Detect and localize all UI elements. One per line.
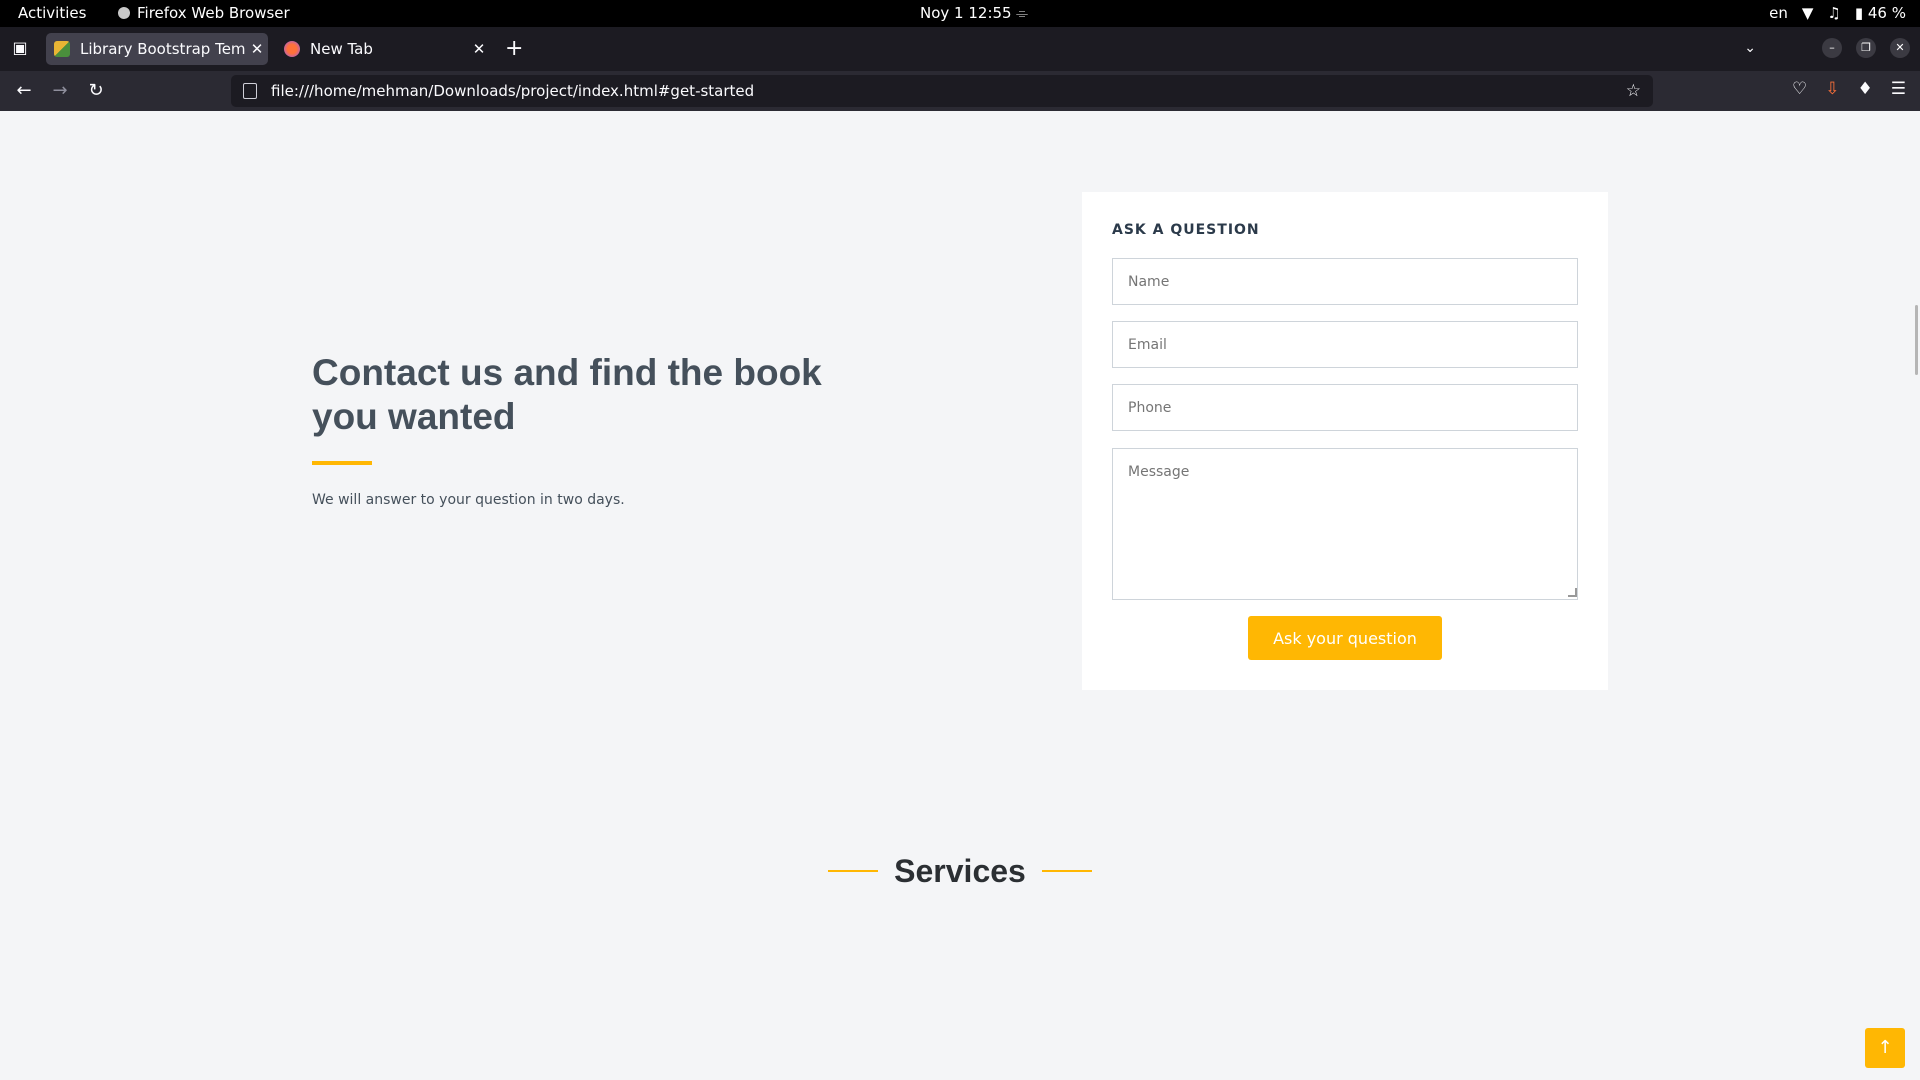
- close-window-icon[interactable]: ✕: [1890, 38, 1910, 58]
- navigation-toolbar: ← → ↻ file:///home/mehman/Downloads/proj…: [0, 71, 1920, 111]
- system-top-bar: Activities Firefox Web Browser Noy 1 12:…: [0, 0, 1920, 27]
- page-viewport: Contact us and find the book you wanted …: [0, 111, 1920, 1080]
- app-name: Firefox Web Browser: [137, 4, 290, 22]
- page-icon: [243, 83, 257, 99]
- arrow-up-icon: ↑: [1877, 1037, 1893, 1058]
- tab-new-tab[interactable]: New Tab ✕: [276, 33, 490, 65]
- title-decoration-right: [1041, 870, 1092, 872]
- firefox-icon: [118, 7, 130, 19]
- ask-question-button[interactable]: Ask your question: [1248, 616, 1442, 660]
- clock[interactable]: Noy 1 12:55: [920, 4, 1012, 22]
- downloads-icon[interactable]: ⇩: [1825, 79, 1839, 99]
- reload-icon[interactable]: ↻: [84, 79, 108, 103]
- message-field[interactable]: [1112, 448, 1578, 600]
- keyboard-language[interactable]: en: [1769, 4, 1788, 22]
- forward-arrow-icon[interactable]: →: [48, 79, 72, 103]
- restore-icon[interactable]: ❐: [1856, 38, 1876, 58]
- services-title: Services: [894, 852, 1026, 889]
- battery-percentage: 46 %: [1867, 4, 1906, 22]
- tab-list-icon[interactable]: ▣: [10, 38, 30, 58]
- tab-label: New Tab: [310, 40, 373, 58]
- list-all-tabs-chevron-icon[interactable]: ⌄: [1744, 40, 1756, 56]
- cta-heading: Contact us and find the book you wanted: [312, 352, 822, 437]
- url-text[interactable]: file:///home/mehman/Downloads/project/in…: [271, 82, 1626, 100]
- close-tab-icon[interactable]: ✕: [468, 40, 490, 58]
- battery-indicator[interactable]: ▮ 46 %: [1855, 4, 1906, 22]
- bookmark-star-icon[interactable]: ☆: [1626, 81, 1641, 101]
- new-tab-plus-icon[interactable]: +: [505, 36, 523, 62]
- pocket-icon[interactable]: ♡: [1792, 79, 1807, 99]
- wifi-icon[interactable]: ▼: [1802, 4, 1814, 22]
- tab-strip: ▣ Library Bootstrap Templ ✕ New Tab ✕ + …: [0, 27, 1920, 71]
- textarea-resize-grip-icon[interactable]: [1568, 588, 1577, 597]
- title-decoration-left: [828, 870, 879, 872]
- battery-icon: ▮: [1854, 4, 1864, 22]
- page-scrollbar[interactable]: [1915, 305, 1918, 375]
- activities-button[interactable]: Activities: [18, 4, 86, 22]
- name-field[interactable]: [1112, 258, 1578, 305]
- form-heading: ASK A QUESTION: [1112, 222, 1260, 238]
- back-arrow-icon[interactable]: ←: [12, 79, 36, 103]
- minimize-icon[interactable]: –: [1822, 38, 1842, 58]
- notification-bell-icon: ⌯: [1016, 4, 1029, 22]
- email-field[interactable]: [1112, 321, 1578, 368]
- cta-subtitle: We will answer to your question in two d…: [312, 492, 625, 508]
- services-section-title: Services: [0, 851, 1920, 891]
- phone-field[interactable]: [1112, 384, 1578, 431]
- back-to-top-button[interactable]: ↑: [1865, 1028, 1905, 1068]
- ask-question-form: ASK A QUESTION Ask your question: [1082, 192, 1608, 690]
- url-bar[interactable]: file:///home/mehman/Downloads/project/in…: [231, 75, 1653, 107]
- firefox-icon: [284, 41, 300, 57]
- tab-library-bootstrap[interactable]: Library Bootstrap Templ ✕: [46, 33, 268, 65]
- tab-label: Library Bootstrap Templ: [80, 40, 246, 58]
- heading-underline: [312, 461, 372, 465]
- volume-icon[interactable]: ♫: [1827, 4, 1840, 22]
- app-menu[interactable]: Firefox Web Browser: [118, 4, 290, 22]
- menu-hamburger-icon[interactable]: ☰: [1891, 79, 1906, 99]
- extensions-icon[interactable]: ♦: [1858, 79, 1873, 99]
- site-favicon-icon: [54, 41, 70, 57]
- close-tab-icon[interactable]: ✕: [246, 40, 268, 58]
